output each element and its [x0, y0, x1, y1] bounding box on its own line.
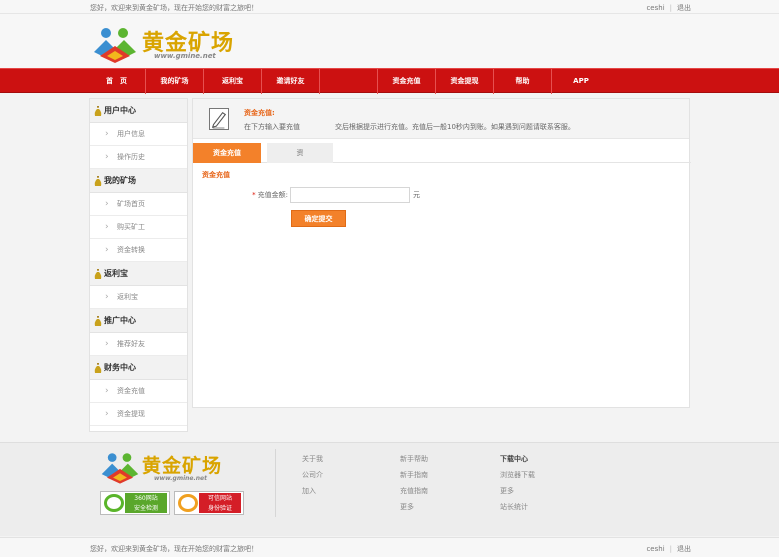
- sidebar-item-fund-convert[interactable]: 资金转换: [90, 239, 187, 262]
- footer-column-about: 关于我 公司介 加入: [302, 451, 382, 499]
- main-nav: 首 页 我的矿场 返利宝 邀请好友 资金充值 资金提现 帮助 APP: [0, 68, 779, 94]
- username-link[interactable]: ceshi: [646, 4, 664, 12]
- sidebar-item-buy-miner[interactable]: 购买矿工: [90, 216, 187, 239]
- logo-mark-icon: [101, 453, 139, 484]
- nav-rebate[interactable]: 返利宝: [204, 69, 262, 94]
- tab-recharge[interactable]: 资金充值: [193, 143, 261, 163]
- security-badge-360[interactable]: 360网站安全检测: [100, 491, 170, 515]
- sidebar-group-title: 我的矿场: [104, 176, 136, 185]
- amount-label: * 充值金额:: [252, 191, 288, 199]
- notice-box: 资金充值: 在下方输入要充值 交后根据提示进行充值。充值后一般10秒内到账。如果…: [193, 99, 689, 139]
- sidebar-item-user-info[interactable]: 用户信息: [90, 123, 187, 146]
- sidebar-item-mine-home[interactable]: 矿场首页: [90, 193, 187, 216]
- footer-link[interactable]: 更多: [400, 499, 480, 515]
- money-bag-icon: [94, 176, 102, 186]
- notice-text: 在下方输入要充值 交后根据提示进行充值。充值后一般10秒内到账。如果遇到问题请联…: [244, 123, 575, 131]
- top-bar: 您好，欢迎来到黄金矿场，现在开始您的财富之旅吧！ ceshi | 退出: [0, 0, 779, 14]
- header: 黄金矿场 www.gmine.net: [0, 14, 779, 69]
- nav-my-mine[interactable]: 我的矿场: [146, 69, 204, 94]
- footer: 黄金矿场 www.gmine.net 360网站安全检测 可信网站身份验证 关于…: [0, 442, 779, 536]
- sidebar: 用户中心 用户信息 操作历史 我的矿场 矿场首页 购买矿工 资金转换 返利宝 返…: [89, 98, 188, 432]
- nav-invite[interactable]: 邀请好友: [262, 69, 320, 94]
- notice-title: 资金充值:: [244, 109, 275, 117]
- sidebar-group-user: 用户中心: [90, 99, 187, 123]
- logo-mark-icon: [94, 28, 136, 63]
- footer-logo-name: 黄金矿场: [142, 455, 223, 477]
- shield-check-icon: [104, 494, 124, 512]
- money-bag-icon: [94, 106, 102, 116]
- tab-bar: 资金充值 资: [193, 143, 691, 163]
- footer-divider: [275, 449, 276, 517]
- sidebar-group-title: 用户中心: [104, 106, 136, 115]
- money-bag-icon: [94, 363, 102, 373]
- bottom-bar: 您好，欢迎来到黄金矿场，现在开始您的财富之旅吧！ ceshi | 退出: [0, 537, 779, 557]
- nav-hidden[interactable]: [320, 69, 378, 94]
- welcome-text: 您好，欢迎来到黄金矿场，现在开始您的财富之旅吧！: [90, 545, 258, 553]
- logout-link[interactable]: 退出: [677, 4, 691, 12]
- logo-url: www.gmine.net: [154, 52, 216, 60]
- sidebar-item-refer-friend[interactable]: 推荐好友: [90, 333, 187, 356]
- footer-link[interactable]: 浏览器下载: [500, 467, 580, 483]
- sidebar-group-rebate: 返利宝: [90, 262, 187, 286]
- trust-seal-icon: [178, 494, 198, 512]
- sidebar-item-recharge[interactable]: 资金充值: [90, 380, 187, 403]
- footer-link[interactable]: 充值指南: [400, 483, 480, 499]
- money-bag-icon: [94, 269, 102, 279]
- footer-logo-url: www.gmine.net: [154, 475, 207, 482]
- footer-link[interactable]: 站长统计: [500, 499, 580, 515]
- sidebar-group-mine: 我的矿场: [90, 169, 187, 193]
- footer-link[interactable]: 关于我: [302, 451, 382, 467]
- badge-line: 身份验证: [207, 505, 232, 512]
- footer-logo[interactable]: 黄金矿场 www.gmine.net: [100, 449, 230, 489]
- section-title: 资金充值: [202, 171, 230, 179]
- username-link[interactable]: ceshi: [646, 545, 664, 553]
- sidebar-group-title: 推广中心: [104, 316, 136, 325]
- nav-recharge[interactable]: 资金充值: [378, 69, 436, 94]
- tab-other[interactable]: 资: [267, 143, 333, 163]
- footer-link[interactable]: 更多: [500, 483, 580, 499]
- money-bag-icon: [94, 316, 102, 326]
- user-links: ceshi | 退出: [646, 4, 691, 12]
- footer-column-download: 下载中心 浏览器下载 更多 站长统计: [500, 451, 580, 515]
- submit-button[interactable]: 确定提交: [291, 210, 346, 227]
- trusted-site-badge[interactable]: 可信网站 身份验证: [174, 491, 244, 515]
- footer-column-help: 新手帮助 新手指南 充值指南 更多: [400, 451, 480, 515]
- footer-column-title: 下载中心: [500, 455, 528, 463]
- user-links: ceshi | 退出: [646, 545, 691, 553]
- nav-withdraw[interactable]: 资金提现: [436, 69, 494, 94]
- sidebar-item-history[interactable]: 操作历史: [90, 146, 187, 169]
- footer-link[interactable]: 新手指南: [400, 467, 480, 483]
- sidebar-group-title: 财务中心: [104, 363, 136, 372]
- sidebar-group-promo: 推广中心: [90, 309, 187, 333]
- amount-input[interactable]: [290, 187, 410, 203]
- badge-line: 可信网站: [207, 495, 232, 502]
- amount-unit: 元: [413, 191, 420, 199]
- welcome-text: 您好，欢迎来到黄金矿场，现在开始您的财富之旅吧！: [90, 4, 258, 12]
- sidebar-item-rebate[interactable]: 返利宝: [90, 286, 187, 309]
- nav-home[interactable]: 首 页: [88, 69, 146, 94]
- footer-link[interactable]: 加入: [302, 483, 382, 499]
- badge-line: 安全检测: [133, 505, 158, 512]
- edit-note-icon: [209, 108, 229, 130]
- logout-link[interactable]: 退出: [677, 545, 691, 553]
- site-logo[interactable]: 黄金矿场 www.gmine.net: [92, 22, 242, 68]
- footer-link[interactable]: 新手帮助: [400, 451, 480, 467]
- badge-line: 360网站: [134, 495, 158, 502]
- sidebar-group-finance: 财务中心: [90, 356, 187, 380]
- nav-app[interactable]: APP: [552, 69, 610, 94]
- nav-help[interactable]: 帮助: [494, 69, 552, 94]
- main-panel: 资金充值: 在下方输入要充值 交后根据提示进行充值。充值后一般10秒内到账。如果…: [192, 98, 691, 408]
- sidebar-group-title: 返利宝: [104, 269, 128, 278]
- footer-link[interactable]: 公司介: [302, 467, 382, 483]
- sidebar-item-withdraw[interactable]: 资金提现: [90, 403, 187, 426]
